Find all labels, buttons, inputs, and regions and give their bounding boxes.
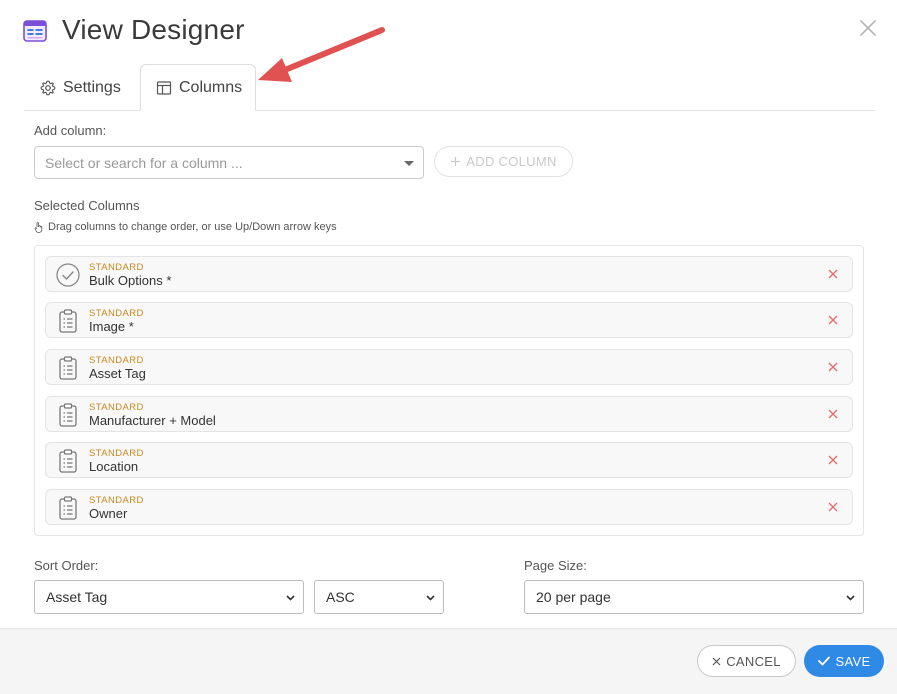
column-item[interactable]: STANDARD Image * [45,302,853,338]
remove-column-icon[interactable] [828,409,838,419]
annotation-arrow-icon [258,27,385,82]
chevron-down-icon [846,595,855,601]
tab-columns-label: Columns [179,78,243,96]
check-circle-icon [56,263,80,287]
dialog-title: View Designer [62,14,245,45]
clipboard-icon [59,403,77,427]
page-size-value: 20 per page [536,589,611,605]
view-designer-dialog: View Designer Settings Columns Add colum… [0,0,897,694]
tab-settings-label: Settings [63,78,121,96]
remove-column-icon[interactable] [828,502,838,512]
close-icon[interactable] [856,16,880,40]
column-category: STANDARD [89,402,144,413]
plus-icon [451,157,461,166]
remove-column-icon[interactable] [828,455,838,465]
tab-columns[interactable]: Columns [140,64,256,111]
sort-direction-select[interactable]: ASC [314,580,444,614]
add-column-button-label: ADD COLUMN [466,154,557,169]
column-category: STANDARD [89,355,144,366]
sort-direction-value: ASC [326,589,355,605]
sort-field-select[interactable]: Asset Tag [34,580,304,614]
add-column-label: Add column: [34,123,107,138]
cancel-button[interactable]: CANCEL [697,645,796,677]
clipboard-icon [59,309,77,333]
page-size-select[interactable]: 20 per page [524,580,864,614]
page-size-label: Page Size: [524,558,587,573]
column-name: Manufacturer + Model [89,413,216,428]
dialog-footer: CANCEL SAVE [0,628,897,694]
column-search-select[interactable]: Select or search for a column ... [34,146,424,179]
column-category: STANDARD [89,448,144,459]
clipboard-icon [59,449,77,473]
column-name: Location [89,459,139,474]
check-icon [817,656,830,666]
column-search-placeholder: Select or search for a column ... [45,154,243,171]
remove-column-icon[interactable] [828,362,838,372]
selected-columns-title: Selected Columns [34,198,140,213]
sort-field-value: Asset Tag [46,589,108,605]
drag-hint-text: Drag columns to change order, or use Up/… [48,221,337,233]
view-designer-icon [23,20,47,42]
column-name: Owner [89,506,128,521]
tab-settings[interactable]: Settings [40,64,121,111]
clipboard-icon [59,356,77,380]
column-item[interactable]: STANDARD Location [45,442,853,478]
clipboard-icon [59,496,77,520]
chevron-down-icon [286,595,295,601]
columns-icon [156,80,172,95]
dropdown-caret-icon [404,161,414,166]
save-button[interactable]: SAVE [804,645,884,677]
column-item[interactable]: STANDARD Manufacturer + Model [45,396,853,432]
hand-pointer-icon [34,221,43,233]
column-name: Image * [89,319,134,334]
column-name: Bulk Options * [89,273,172,288]
drag-hint: Drag columns to change order, or use Up/… [34,221,337,233]
selected-columns-list: STANDARD Bulk Options * STANDARD Image *… [34,245,864,536]
cancel-button-label: CANCEL [726,653,781,669]
column-item[interactable]: STANDARD Asset Tag [45,349,853,385]
column-category: STANDARD [89,262,144,273]
remove-column-icon[interactable] [828,315,838,325]
remove-column-icon[interactable] [828,269,838,279]
save-button-label: SAVE [835,653,871,669]
chevron-down-icon [426,595,435,601]
column-item[interactable]: STANDARD Owner [45,489,853,525]
column-item[interactable]: STANDARD Bulk Options * [45,256,853,292]
sort-order-label: Sort Order: [34,558,99,573]
gear-icon [40,80,56,95]
add-column-button[interactable]: ADD COLUMN [434,146,573,177]
column-category: STANDARD [89,495,144,506]
column-name: Asset Tag [89,366,146,381]
close-icon [712,657,721,665]
column-category: STANDARD [89,308,144,319]
